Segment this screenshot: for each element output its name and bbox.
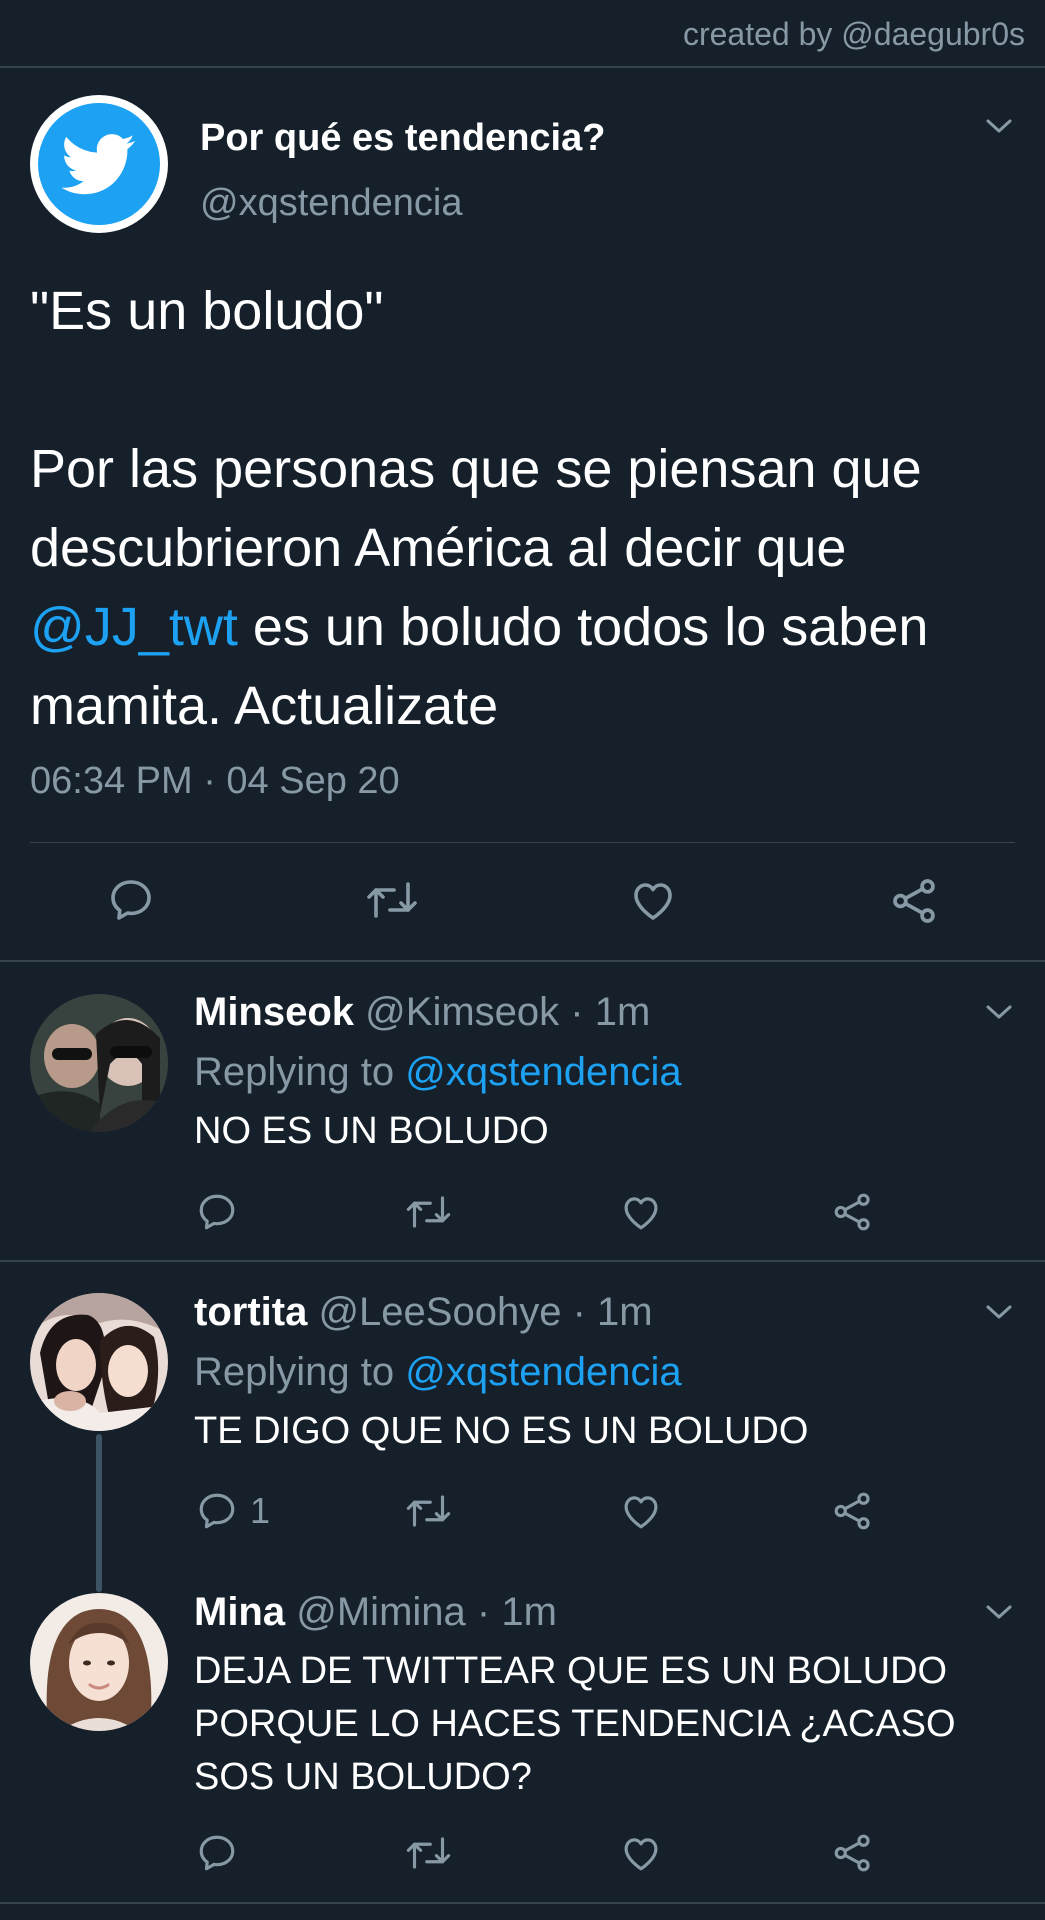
reply-author-handle[interactable]: @Kimseok [365,990,559,1034]
replying-label: Replying to [194,1350,395,1394]
like-icon [624,1496,658,1529]
avatar[interactable] [30,994,168,1132]
avatar[interactable] [30,1593,168,1731]
reply-button[interactable] [196,1191,250,1233]
reply-button[interactable] [107,876,155,924]
retweet-button[interactable] [404,1490,453,1532]
thread-line [96,1434,102,1592]
author-handle[interactable]: @xqstendencia [200,182,463,225]
retweet-icon [367,882,417,918]
reply-icon [199,1835,235,1871]
retweet-icon [406,1495,451,1527]
twitter-bird-icon [62,134,136,195]
reply-text: NO ES UN BOLUDO [194,1110,549,1152]
reply-button[interactable] [196,1832,250,1874]
reply-time: · 1m [570,990,651,1034]
tweet-quote: "Es un boludo" [30,281,384,341]
share-button[interactable] [832,1832,874,1874]
reply-time: · 1m [572,1290,653,1334]
like-icon [624,1838,658,1871]
chevron-down-icon[interactable] [984,1602,1014,1622]
reply-author-handle[interactable]: @LeeSoohye [318,1290,561,1334]
retweet-button[interactable] [404,1832,453,1874]
share-icon [834,1193,870,1231]
author-name[interactable]: Por qué es tendencia? [200,117,605,160]
reply-time: · 1m [476,1590,557,1634]
reply-button[interactable]: 1 [196,1490,270,1532]
like-button[interactable] [620,1490,662,1532]
tweet-text: "Es un boludo" Por las personas que se p… [30,272,1020,746]
replying-mention[interactable]: @xqstendencia [405,1050,681,1094]
like-button[interactable] [620,1832,662,1874]
reply-icon [199,1493,235,1529]
reply-icon [111,880,151,920]
reply-header: Mina @Mimina · 1m [194,1590,557,1635]
reply-count: 1 [250,1490,271,1531]
like-icon [624,1197,658,1230]
chevron-down-icon[interactable] [984,1302,1014,1322]
share-icon [834,1834,870,1872]
share-button[interactable] [832,1191,874,1233]
section-divider [0,1260,1045,1262]
replying-label: Replying to [194,1050,395,1094]
reply-header: Minseok @Kimseok · 1m [194,990,650,1035]
share-icon [893,879,935,923]
mention-link[interactable]: @JJ_twt [30,597,238,657]
retweet-icon [406,1837,451,1869]
replying-to: Replying to @xqstendencia [194,1050,682,1095]
like-icon [634,883,672,920]
share-button[interactable] [890,876,940,926]
replying-to: Replying to @xqstendencia [194,1350,682,1395]
section-divider [0,1902,1045,1904]
avatar[interactable] [30,1293,168,1431]
retweet-icon [406,1196,451,1228]
retweet-button[interactable] [364,876,420,924]
chevron-down-icon[interactable] [984,116,1014,136]
tweet-body-start: Por las personas que se piensan que desc… [30,439,922,578]
reply-author-name[interactable]: Minseok [194,990,354,1034]
share-button[interactable] [832,1490,874,1532]
reply-icon [199,1194,235,1230]
reply-author-name[interactable]: tortita [194,1290,307,1334]
tweet-timestamp: 06:34 PM · 04 Sep 20 [30,760,400,802]
header-divider [0,66,1045,68]
retweet-button[interactable] [404,1191,453,1233]
chevron-down-icon[interactable] [984,1002,1014,1022]
share-icon [834,1492,870,1530]
like-button[interactable] [628,876,678,924]
reply-header: tortita @LeeSoohye · 1m [194,1290,653,1335]
tweet-body: Por las personas que se piensan que desc… [30,430,1020,746]
credit-text: created by @daegubr0s [682,16,1025,52]
reply-text: DEJA DE TWITTEAR QUE ES UN BOLUDO PORQUE… [194,1650,956,1798]
reply-author-handle[interactable]: @Mimina [296,1590,466,1634]
tweet-divider [30,842,1015,843]
reply-text: TE DIGO QUE NO ES UN BOLUDO [194,1410,809,1452]
section-divider [0,960,1045,962]
like-button[interactable] [620,1191,662,1233]
reply-author-name[interactable]: Mina [194,1590,285,1634]
avatar[interactable] [38,103,160,225]
replying-mention[interactable]: @xqstendencia [405,1350,681,1394]
